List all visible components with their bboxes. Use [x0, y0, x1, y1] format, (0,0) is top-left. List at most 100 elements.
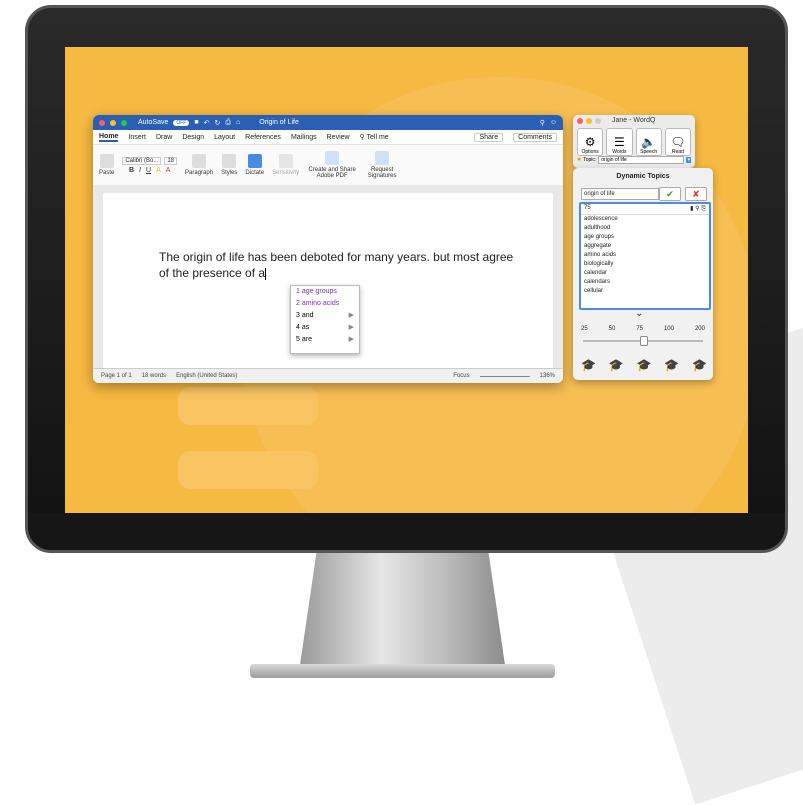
topic-size-scale: 25 50 75 100 200	[581, 326, 705, 332]
topic-size-slider[interactable]	[583, 336, 703, 346]
expand-arrow-icon[interactable]: ▶	[349, 310, 354, 322]
sensitivity-icon	[278, 154, 293, 168]
list-item[interactable]: amino acids	[581, 251, 709, 260]
expand-arrow-icon[interactable]: ▶	[349, 334, 354, 346]
print-icon[interactable]: ⎙	[225, 119, 231, 127]
word-count[interactable]: 18 words	[142, 373, 166, 379]
prediction-item[interactable]: 3 and ▶	[291, 310, 359, 322]
tab-tell-me[interactable]: ⚲ Tell me	[360, 133, 389, 141]
scale-label: 200	[694, 326, 705, 332]
language-status[interactable]: English (United States)	[176, 373, 237, 379]
prediction-item[interactable]: 5 are ▶	[291, 334, 359, 346]
paste-icon[interactable]: ⎘	[701, 206, 706, 212]
bold-button[interactable]: B	[129, 167, 134, 174]
highlight-color-button[interactable]: A	[156, 167, 161, 174]
italic-button[interactable]: I	[139, 167, 141, 174]
list-item[interactable]: age groups	[581, 233, 709, 242]
share-button[interactable]: Share	[474, 132, 504, 142]
underline-button[interactable]: U	[146, 167, 151, 174]
slider-knob[interactable]	[640, 336, 648, 346]
save-icon[interactable]: ■	[194, 119, 198, 126]
pdf-icon	[325, 151, 340, 165]
minimize-window-button[interactable]	[586, 117, 592, 124]
confirm-button[interactable]: ✔	[659, 187, 681, 201]
prediction-number: 1	[296, 288, 300, 295]
styles-button[interactable]: Styles	[221, 154, 237, 176]
tab-draw[interactable]: Draw	[156, 134, 172, 141]
minimize-window-button[interactable]	[110, 119, 116, 126]
read-button[interactable]: 🗨 Read	[664, 128, 691, 156]
level-4-graduation-cap-icon[interactable]: 🎓	[664, 358, 679, 372]
zoom-window-button[interactable]	[595, 117, 601, 124]
comments-button[interactable]: Comments	[513, 132, 557, 142]
options-button[interactable]: ⚙ Options	[577, 128, 604, 156]
list-item[interactable]: calendars	[581, 278, 709, 287]
request-signatures-button[interactable]: Request Signatures	[365, 151, 399, 179]
expand-arrow-icon[interactable]: ▶	[349, 322, 354, 334]
zoom-slider[interactable]	[479, 375, 530, 377]
scale-label: 50	[608, 326, 616, 332]
chevron-down-icon[interactable]: ⌄	[635, 308, 643, 319]
document-title: Origin of Life	[259, 119, 299, 126]
paragraph-button[interactable]: Paragraph	[185, 154, 213, 176]
list-item[interactable]: adolescence	[581, 215, 709, 224]
level-2-graduation-cap-icon[interactable]: 🎓	[609, 358, 624, 372]
autosave-toggle[interactable]: OFF	[173, 119, 190, 126]
close-window-button[interactable]	[577, 117, 583, 124]
topic-select[interactable]: origin of life	[598, 156, 685, 164]
dictate-button[interactable]: Dictate	[245, 154, 264, 176]
topic-input[interactable]: origin of life	[581, 188, 659, 200]
level-3-graduation-cap-icon[interactable]: 🎓	[637, 358, 652, 372]
tab-design[interactable]: Design	[182, 134, 204, 141]
reject-button[interactable]: ✘	[685, 187, 707, 201]
tab-review[interactable]: Review	[327, 134, 350, 141]
document-text[interactable]: The origin of life has been deboted for …	[159, 249, 519, 281]
paste-icon	[99, 154, 114, 168]
prediction-label: amino acids	[301, 300, 340, 307]
topic-word-list[interactable]: 75 ▮ ⚲ ⎘ adolescence adulthood age groups a…	[579, 202, 711, 310]
level-5-graduation-cap-icon[interactable]: 🎓	[692, 358, 707, 372]
topic-label: Topic:	[583, 157, 597, 163]
panel-title: Dynamic Topics	[616, 173, 670, 180]
tab-layout[interactable]: Layout	[214, 134, 235, 141]
search-icon[interactable]: ⚲	[695, 206, 699, 212]
prediction-item[interactable]: 1 age groups	[291, 286, 359, 298]
speech-bubble-icon: 🗨	[670, 135, 686, 149]
copy-icon[interactable]: ▮	[690, 206, 693, 212]
list-item[interactable]: cellular	[581, 287, 709, 296]
undo-icon[interactable]: ↶	[204, 119, 210, 127]
create-pdf-button[interactable]: Create and Share Adobe PDF	[307, 151, 357, 179]
search-icon[interactable]: ⚲	[540, 119, 545, 127]
prediction-item[interactable]: 4 as ▶	[291, 322, 359, 334]
word-titlebar: AutoSave OFF ■ ↶ ↻ ⎙ ⌂ Origin of Life ⚲ …	[93, 115, 563, 130]
home-icon[interactable]: ⌂	[236, 119, 240, 126]
list-item[interactable]: biologically	[581, 260, 709, 269]
list-item[interactable]: aggregate	[581, 242, 709, 251]
font-color-button[interactable]: A	[166, 167, 171, 174]
prediction-number: 3	[296, 312, 300, 319]
close-window-button[interactable]	[99, 119, 105, 126]
prediction-number: 5	[296, 336, 300, 343]
check-icon: ✔	[666, 189, 674, 199]
font-name-select[interactable]: Calibri (Bo...	[122, 156, 162, 165]
sensitivity-button[interactable]: Sensitivity	[272, 154, 299, 176]
redo-icon[interactable]: ↻	[214, 119, 220, 127]
tab-mailings[interactable]: Mailings	[291, 134, 317, 141]
prediction-number: 4	[296, 324, 300, 331]
speech-button[interactable]: 🔈 Speech	[635, 128, 662, 156]
chevron-down-icon[interactable]: ▾	[686, 157, 691, 163]
list-item[interactable]: calendar	[581, 269, 709, 278]
level-1-graduation-cap-icon[interactable]: 🎓	[581, 358, 596, 372]
decorative-bar	[178, 387, 318, 425]
zoom-window-button[interactable]	[121, 119, 127, 126]
focus-button[interactable]: Focus	[453, 373, 469, 379]
tab-insert[interactable]: Insert	[128, 134, 146, 141]
paste-button[interactable]: Paste	[99, 154, 114, 176]
words-button[interactable]: ☰ Words	[606, 128, 633, 156]
list-item[interactable]: adulthood	[581, 224, 709, 233]
tab-references[interactable]: References	[245, 134, 281, 141]
tab-home[interactable]: Home	[99, 133, 119, 142]
font-size-select[interactable]: 18	[164, 156, 178, 165]
prediction-item[interactable]: 2 amino acids	[291, 298, 359, 310]
smiley-icon[interactable]: ☺	[550, 119, 557, 126]
